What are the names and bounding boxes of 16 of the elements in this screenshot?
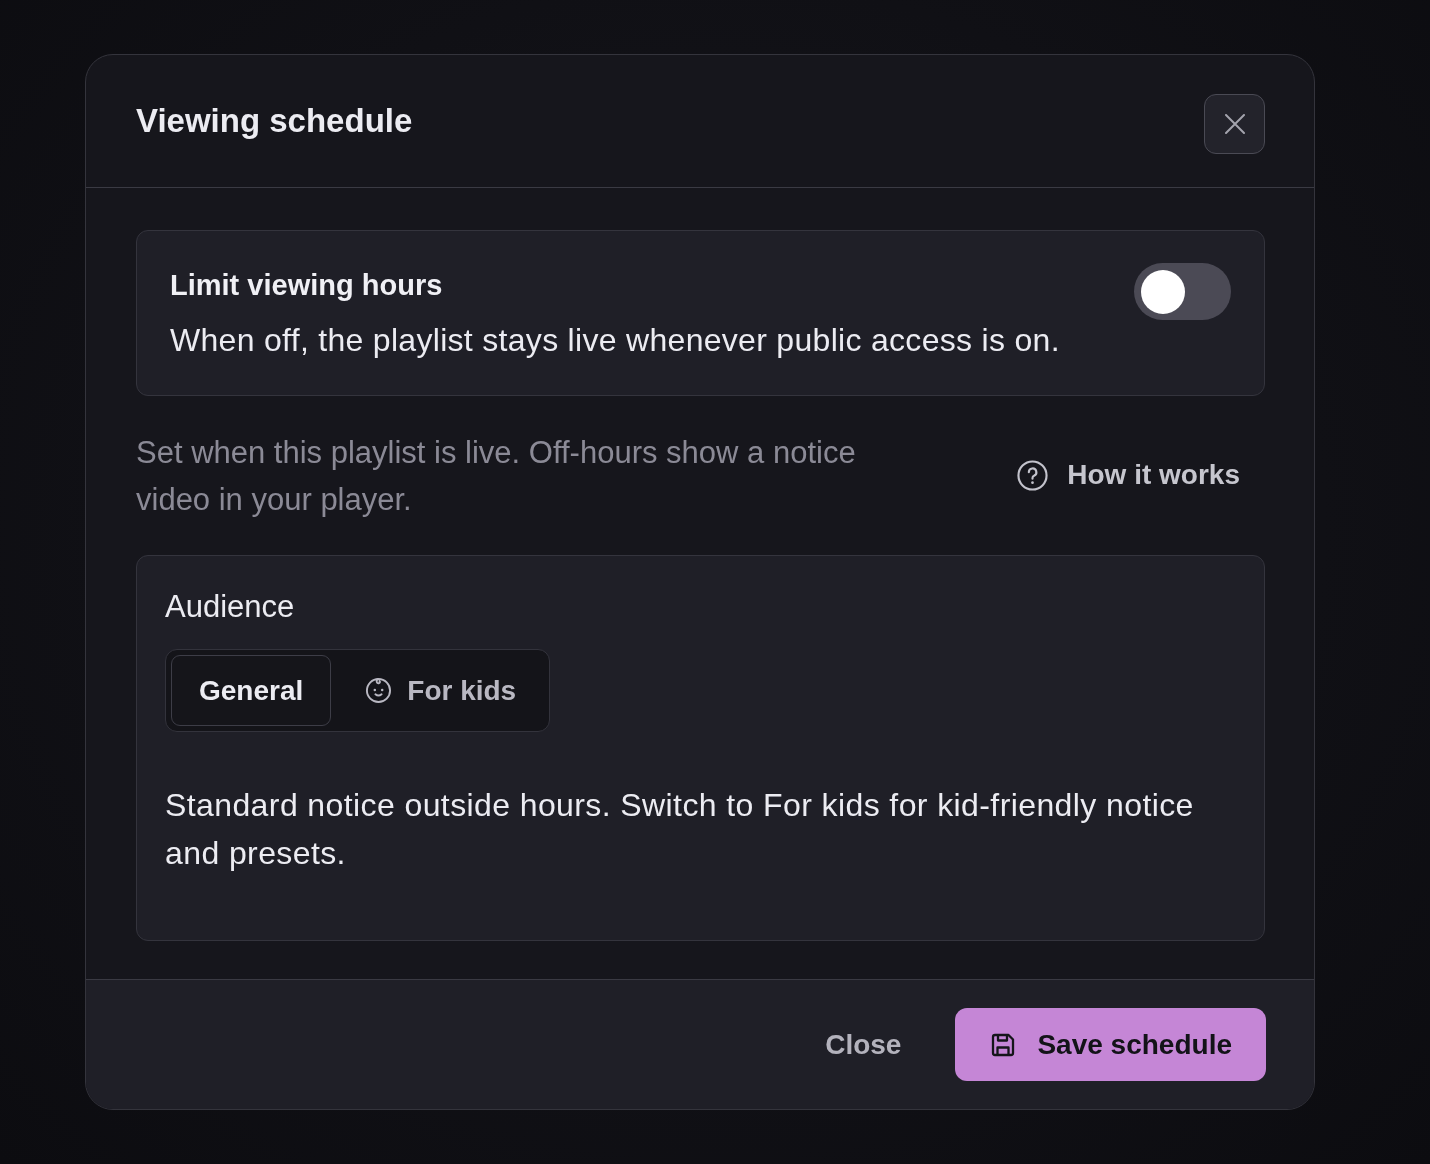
dialog-title: Viewing schedule [136,102,413,140]
limit-toggle[interactable] [1134,263,1231,320]
setting-title: Limit viewing hours [170,268,444,303]
audience-option[interactable]: General [171,655,332,726]
how-it-works-link[interactable]: How it works [1017,459,1240,491]
setting-description: When off, the playlist stays live whenever public access is on. [170,321,1060,360]
close-button[interactable] [1204,94,1265,154]
help-text: Set when this playlist is live. Off-hours show a notice video in your player. [136,434,857,519]
save-button[interactable]: Save schedule [955,1008,1266,1081]
help-icon [1017,459,1049,491]
close-icon [1224,114,1245,134]
audience-description: Standard notice outside hours. Switch to For kids for kid-friendly notice and presets. [165,786,1195,873]
close-text-button[interactable]: Close [805,1016,922,1073]
audience-label: Audience [165,588,295,626]
baby-face-icon [365,677,393,704]
audience-option[interactable]: For kids [337,655,545,726]
